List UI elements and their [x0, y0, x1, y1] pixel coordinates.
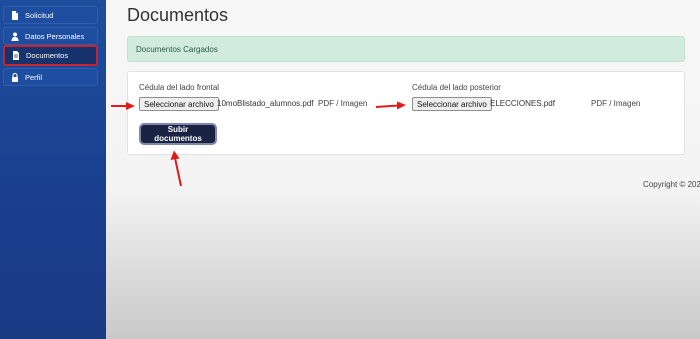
- sidebar-item-solicitud[interactable]: Solicitud: [3, 6, 98, 24]
- sidebar-item-documentos[interactable]: Documentos: [3, 45, 98, 66]
- sidebar-item-perfil[interactable]: Perfil: [3, 68, 98, 86]
- lock-icon: [10, 72, 19, 82]
- front-file-hint: PDF / Imagen: [318, 99, 368, 108]
- upload-documents-button[interactable]: Subir documentos: [139, 123, 217, 145]
- page-title: Documentos: [127, 5, 229, 25]
- sidebar-item-label: Datos Personales: [25, 31, 85, 41]
- back-file-select-button[interactable]: Seleccionar archivo: [412, 97, 492, 111]
- footer-copyright: Copyright © 202: [643, 180, 700, 189]
- sidebar: Solicitud Datos Personales Documentos Pe…: [0, 0, 106, 339]
- back-file-hint: PDF / Imagen: [591, 99, 641, 108]
- annotation-arrow-icon: [375, 101, 406, 110]
- back-file-name: ELECCIONES.pdf: [490, 99, 555, 108]
- sidebar-item-label: Perfil: [25, 72, 43, 82]
- file-icon: [11, 51, 20, 60]
- front-id-label: Cédula del lado frontal: [139, 83, 220, 92]
- front-file-name: 10moBlistado_alumnos.pdf: [217, 99, 314, 108]
- sidebar-item-datos-personales[interactable]: Datos Personales: [3, 27, 98, 45]
- user-icon: [10, 32, 19, 41]
- back-id-label: Cédula del lado posterior: [412, 83, 501, 92]
- sidebar-item-label: Solicitud: [25, 10, 54, 20]
- annotation-arrow-icon: [111, 102, 135, 110]
- alert-text: Documentos Cargados: [136, 44, 218, 54]
- success-alert: Documentos Cargados: [127, 36, 685, 62]
- annotation-arrow-icon: [170, 150, 182, 187]
- front-file-select-button[interactable]: Seleccionar archivo: [139, 97, 219, 111]
- file-icon: [10, 10, 19, 20]
- sidebar-item-label: Documentos: [26, 51, 69, 60]
